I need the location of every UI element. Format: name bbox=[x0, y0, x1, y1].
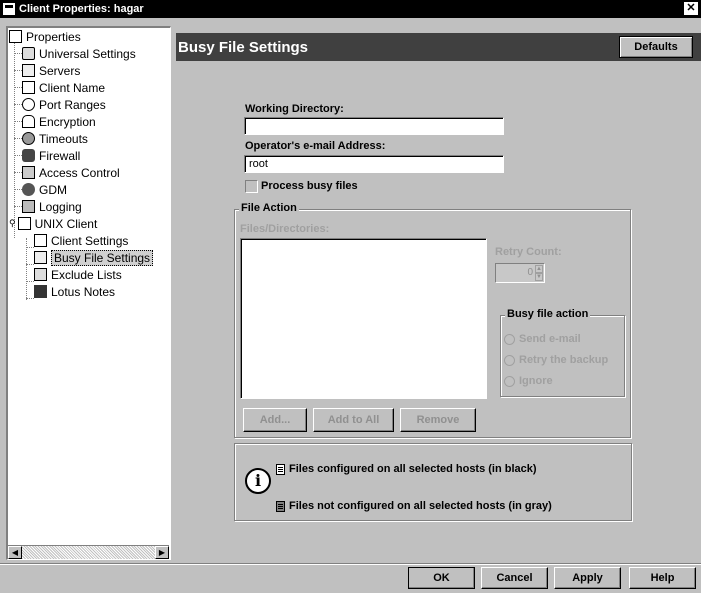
retry-count-spinner[interactable]: 0 ▲ ▼ bbox=[495, 263, 545, 283]
client-settings-icon bbox=[34, 234, 47, 247]
properties-icon bbox=[9, 30, 22, 43]
tree-item-client-settings[interactable]: Client Settings bbox=[34, 232, 128, 249]
files-directories-list[interactable] bbox=[240, 238, 487, 399]
universal-settings-icon bbox=[22, 47, 35, 60]
scrollbar-track[interactable] bbox=[22, 546, 155, 559]
firewall-icon bbox=[22, 149, 35, 162]
file-gray-icon bbox=[276, 500, 285, 512]
properties-tree[interactable]: Properties Universal Settings Servers Cl… bbox=[6, 26, 171, 560]
expand-toggle-icon[interactable]: ⚲ bbox=[9, 218, 16, 229]
scroll-right-arrow-icon[interactable]: ▶ bbox=[155, 546, 169, 559]
client-name-icon bbox=[22, 81, 35, 94]
tree-item-servers[interactable]: Servers bbox=[22, 62, 80, 79]
tree-item-universal-settings[interactable]: Universal Settings bbox=[22, 45, 136, 62]
logging-icon bbox=[22, 200, 35, 213]
port-ranges-icon bbox=[22, 98, 35, 111]
file-black-icon bbox=[276, 463, 285, 475]
scroll-left-arrow-icon[interactable]: ◀ bbox=[8, 546, 22, 559]
tree-item-gdm[interactable]: GDM bbox=[22, 181, 67, 198]
tree-item-client-name[interactable]: Client Name bbox=[22, 79, 105, 96]
exclude-lists-icon bbox=[34, 268, 47, 281]
retry-count-label: Retry Count: bbox=[495, 246, 562, 258]
retry-count-value: 0 bbox=[527, 267, 533, 278]
ok-button[interactable]: OK bbox=[408, 567, 475, 589]
tree-item-exclude-lists[interactable]: Exclude Lists bbox=[34, 266, 122, 283]
page-title: Busy File Settings bbox=[178, 38, 309, 56]
busy-file-action-legend: Busy file action bbox=[505, 308, 591, 320]
info-icon: i bbox=[245, 468, 271, 494]
add-to-all-button[interactable]: Add to All bbox=[313, 408, 394, 432]
app-icon bbox=[3, 3, 15, 15]
working-directory-label: Working Directory: bbox=[245, 103, 344, 115]
tree-item-timeouts[interactable]: Timeouts bbox=[22, 130, 88, 147]
legend-black-row: Files configured on all selected hosts (… bbox=[276, 463, 537, 475]
tree-item-unix-client[interactable]: ⚲ UNIX Client bbox=[9, 215, 97, 232]
add-button[interactable]: Add... bbox=[243, 408, 307, 432]
tree-item-lotus-notes[interactable]: Lotus Notes bbox=[34, 283, 115, 300]
process-busy-files-checkbox[interactable] bbox=[245, 180, 258, 193]
working-directory-field[interactable] bbox=[244, 117, 504, 135]
gdm-icon bbox=[22, 183, 35, 196]
process-busy-files-label: Process busy files bbox=[261, 180, 358, 192]
spinner-down-icon[interactable]: ▼ bbox=[535, 273, 543, 281]
close-icon[interactable]: ✕ bbox=[684, 2, 698, 15]
radio-ignore[interactable]: Ignore bbox=[504, 375, 553, 387]
files-directories-label: Files/Directories: bbox=[240, 223, 330, 235]
busy-file-icon bbox=[34, 251, 47, 264]
radio-icon bbox=[504, 375, 515, 387]
tree-item-access-control[interactable]: Access Control bbox=[22, 164, 120, 181]
defaults-button[interactable]: Defaults bbox=[619, 36, 693, 58]
timeouts-icon bbox=[22, 132, 35, 145]
tree-horizontal-scrollbar[interactable]: ◀ ▶ bbox=[8, 545, 169, 559]
tree-item-busy-file-settings[interactable]: Busy File Settings bbox=[34, 249, 154, 266]
footer-divider bbox=[0, 563, 701, 565]
help-button[interactable]: Help bbox=[629, 567, 696, 589]
radio-icon bbox=[504, 354, 515, 366]
tree-item-properties[interactable]: Properties bbox=[9, 28, 81, 45]
legend-gray-row: Files not configured on all selected hos… bbox=[276, 500, 552, 512]
apply-button[interactable]: Apply bbox=[554, 567, 621, 589]
email-label: Operator's e-mail Address: bbox=[245, 140, 386, 152]
lotus-notes-icon bbox=[34, 285, 47, 298]
radio-send-email[interactable]: Send e-mail bbox=[504, 333, 581, 345]
radio-retry-backup[interactable]: Retry the backup bbox=[504, 354, 608, 366]
file-action-legend: File Action bbox=[239, 202, 299, 214]
access-control-icon bbox=[22, 166, 35, 179]
tree-item-port-ranges[interactable]: Port Ranges bbox=[22, 96, 106, 113]
tree-item-firewall[interactable]: Firewall bbox=[22, 147, 80, 164]
email-field[interactable]: root bbox=[244, 155, 504, 173]
spinner-up-icon[interactable]: ▲ bbox=[535, 265, 543, 273]
tree-item-encryption[interactable]: Encryption bbox=[22, 113, 96, 130]
cancel-button[interactable]: Cancel bbox=[481, 567, 548, 589]
window-title-bar: Client Properties: hagar ✕ bbox=[0, 0, 701, 18]
lock-icon bbox=[22, 115, 35, 128]
remove-button[interactable]: Remove bbox=[400, 408, 476, 432]
tree-item-logging[interactable]: Logging bbox=[22, 198, 82, 215]
unix-client-icon bbox=[17, 217, 31, 230]
window-title: Client Properties: hagar bbox=[19, 3, 144, 15]
servers-icon bbox=[22, 64, 35, 77]
radio-icon bbox=[504, 333, 515, 345]
